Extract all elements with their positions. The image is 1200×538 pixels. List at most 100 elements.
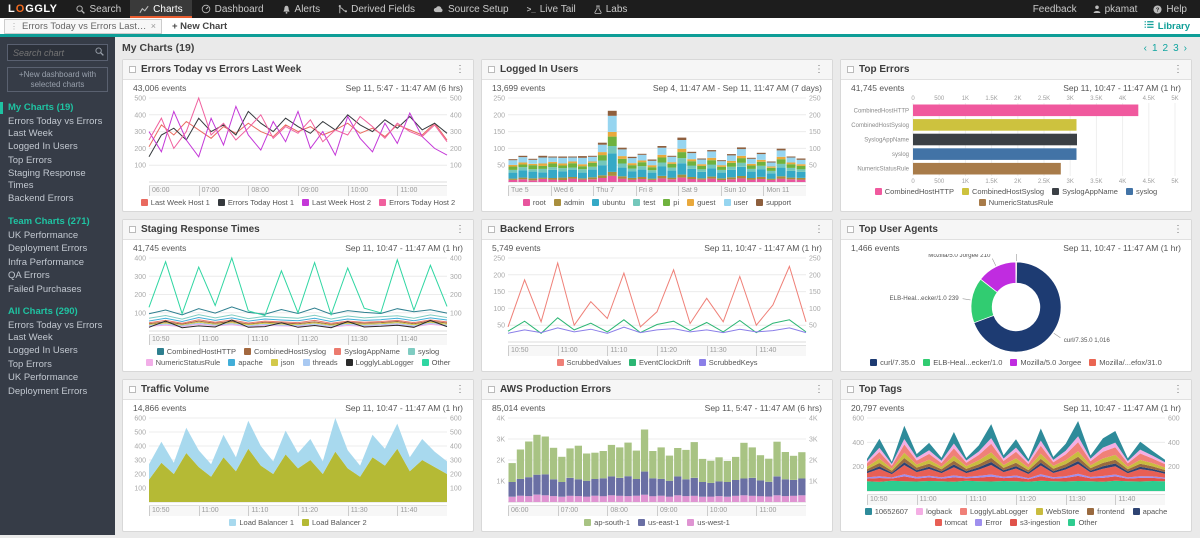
panel-select-checkbox[interactable] [488, 226, 495, 233]
nav-item-charts[interactable]: Charts [130, 0, 191, 18]
panel-select-checkbox[interactable] [129, 386, 136, 393]
sidebar-item[interactable]: QA Errors [0, 269, 115, 283]
panel-select-checkbox[interactable] [129, 66, 136, 73]
sidebar-item[interactable]: Errors Today vs Errors Last Week [0, 319, 115, 344]
panel-select-checkbox[interactable] [847, 386, 854, 393]
panel-chart-area[interactable]: curl/7.35.0 1,016ELB-Heal...ecker/1.0 23… [845, 254, 1187, 356]
pagination-prev[interactable]: ‹ [1144, 43, 1147, 54]
legend-item[interactable]: 10652607 [865, 506, 908, 517]
sidebar-item[interactable]: Infra Performance [0, 256, 115, 270]
legend-item[interactable]: LogglyLabLogger [960, 506, 1028, 517]
legend-item[interactable]: ScrubbedKeys [699, 357, 758, 368]
legend-item[interactable]: Load Balancer 2 [302, 517, 367, 528]
help-link[interactable]: ?Help [1146, 4, 1194, 15]
pagination-next[interactable]: › [1184, 43, 1187, 54]
legend-item[interactable]: Error [975, 517, 1002, 528]
nav-item-dashboard[interactable]: Dashboard [192, 0, 273, 18]
legend-item[interactable]: pi [663, 197, 679, 208]
legend-item[interactable]: threads [303, 357, 338, 368]
panel-chart-area[interactable]: 1K1K2K2K3K3K4K4K [486, 414, 828, 505]
nav-item-live-tail[interactable]: >_Live Tail [518, 0, 585, 18]
sidebar-item[interactable]: Deployment Errors [0, 385, 115, 399]
nav-item-derived-fields[interactable]: Derived Fields [329, 0, 424, 18]
sidebar-item[interactable]: Logged In Users [0, 344, 115, 358]
legend-item[interactable]: Other [1068, 517, 1097, 528]
legend-item[interactable]: CombinedHostSyslog [244, 346, 326, 357]
panel-select-checkbox[interactable] [488, 386, 495, 393]
legend-item[interactable]: CombinedHostSyslog [962, 186, 1044, 197]
panel-menu-icon[interactable]: ⋮ [1171, 384, 1185, 395]
legend-item[interactable]: support [756, 197, 791, 208]
sidebar-item[interactable]: Deployment Errors [0, 242, 115, 256]
nav-item-source-setup[interactable]: Source Setup [424, 0, 518, 18]
legend-item[interactable]: us-east-1 [638, 517, 679, 528]
legend-item[interactable]: root [523, 197, 546, 208]
legend-item[interactable]: Errors Today Host 2 [379, 197, 455, 208]
user-menu[interactable]: pkamat [1086, 4, 1145, 15]
legend-item[interactable]: syslog [1126, 186, 1157, 197]
panel-chart-area[interactable]: 100100200200300300400400500500600600 [127, 414, 469, 505]
legend-item[interactable]: ScrubbedValues [557, 357, 621, 368]
nav-item-alerts[interactable]: Alerts [273, 0, 330, 18]
legend-item[interactable]: Mozilla/...efox/31.0 [1089, 357, 1162, 368]
sidebar-item[interactable]: UK Performance [0, 229, 115, 243]
legend-item[interactable]: apache [228, 357, 263, 368]
legend-item[interactable]: SyslogAppName [1052, 186, 1118, 197]
legend-item[interactable]: json [271, 357, 295, 368]
panel-chart-area[interactable]: 200200400400600600 [845, 414, 1187, 494]
legend-item[interactable]: Last Week Host 1 [141, 197, 210, 208]
legend-item[interactable]: ubuntu [592, 197, 625, 208]
chart-tab[interactable]: ⋮ Errors Today vs Errors Last ... × [4, 19, 162, 34]
sidebar-item[interactable]: Staging Response Times [0, 167, 115, 192]
legend-item[interactable]: Mozilla/5.0 Jorgee [1010, 357, 1081, 368]
nav-item-labs[interactable]: Labs [585, 0, 637, 18]
legend-item[interactable]: apache [1133, 506, 1168, 517]
legend-item[interactable]: Errors Today Host 1 [218, 197, 294, 208]
legend-item[interactable]: EventClockDrift [629, 357, 691, 368]
panel-menu-icon[interactable]: ⋮ [453, 224, 467, 235]
legend-item[interactable]: tomcat [935, 517, 968, 528]
legend-item[interactable]: CombinedHostHTTP [157, 346, 236, 357]
panel-menu-icon[interactable]: ⋮ [1171, 64, 1185, 75]
legend-item[interactable]: CombinedHostHTTP [875, 186, 954, 197]
sidebar-item[interactable]: Top Errors [0, 154, 115, 168]
sidebar-item[interactable]: Errors Today vs Errors Last Week [0, 115, 115, 140]
panel-chart-area[interactable]: 100100200200300300400400 [127, 254, 469, 334]
sidebar-item[interactable]: Top Errors [0, 358, 115, 372]
panel-select-checkbox[interactable] [488, 66, 495, 73]
pagination-page-2[interactable]: 2 [1163, 43, 1169, 54]
legend-item[interactable]: logback [916, 506, 952, 517]
panel-chart-area[interactable]: 5050100100150150200200250250 [486, 254, 828, 345]
legend-item[interactable]: us-west-1 [687, 517, 730, 528]
panel-chart-area[interactable]: 5050100100150150200200250250 [486, 94, 828, 185]
legend-item[interactable]: Last Week Host 2 [302, 197, 371, 208]
sidebar-item[interactable]: Logged In Users [0, 140, 115, 154]
tab-close-icon[interactable]: × [151, 21, 156, 31]
legend-item[interactable]: syslog [408, 346, 439, 357]
sidebar-item[interactable]: Backend Errors [0, 192, 115, 206]
panel-menu-icon[interactable]: ⋮ [812, 224, 826, 235]
library-button[interactable]: Library [1144, 20, 1190, 32]
loggly-logo[interactable]: LOGGLY [0, 0, 67, 18]
legend-item[interactable]: WebStore [1036, 506, 1079, 517]
legend-item[interactable]: guest [687, 197, 715, 208]
pagination-page-3[interactable]: 3 [1173, 43, 1179, 54]
panel-menu-icon[interactable]: ⋮ [453, 64, 467, 75]
panel-chart-area[interactable]: 100100200200300300400400500500 [127, 94, 469, 185]
legend-item[interactable]: admin [554, 197, 584, 208]
legend-item[interactable]: SyslogAppName [334, 346, 400, 357]
legend-item[interactable]: ap-south-1 [584, 517, 630, 528]
feedback-link[interactable]: Feedback [1026, 4, 1084, 15]
legend-item[interactable]: Load Balancer 1 [229, 517, 294, 528]
panel-select-checkbox[interactable] [847, 66, 854, 73]
pagination-page-1[interactable]: 1 [1152, 43, 1158, 54]
legend-item[interactable]: frontend [1087, 506, 1125, 517]
legend-item[interactable]: test [633, 197, 655, 208]
legend-item[interactable]: LogglyLabLogger [346, 357, 414, 368]
new-chart-button[interactable]: + New Chart [172, 21, 227, 32]
legend-item[interactable]: ELB-Heal...ecker/1.0 [923, 357, 1002, 368]
panel-menu-icon[interactable]: ⋮ [453, 384, 467, 395]
panel-chart-area[interactable]: 005005001K1K1.5K1.5K2K2K2.5K2.5K3K3K3.5K… [845, 94, 1187, 185]
sidebar-item[interactable]: Failed Purchases [0, 283, 115, 297]
panel-select-checkbox[interactable] [847, 226, 854, 233]
